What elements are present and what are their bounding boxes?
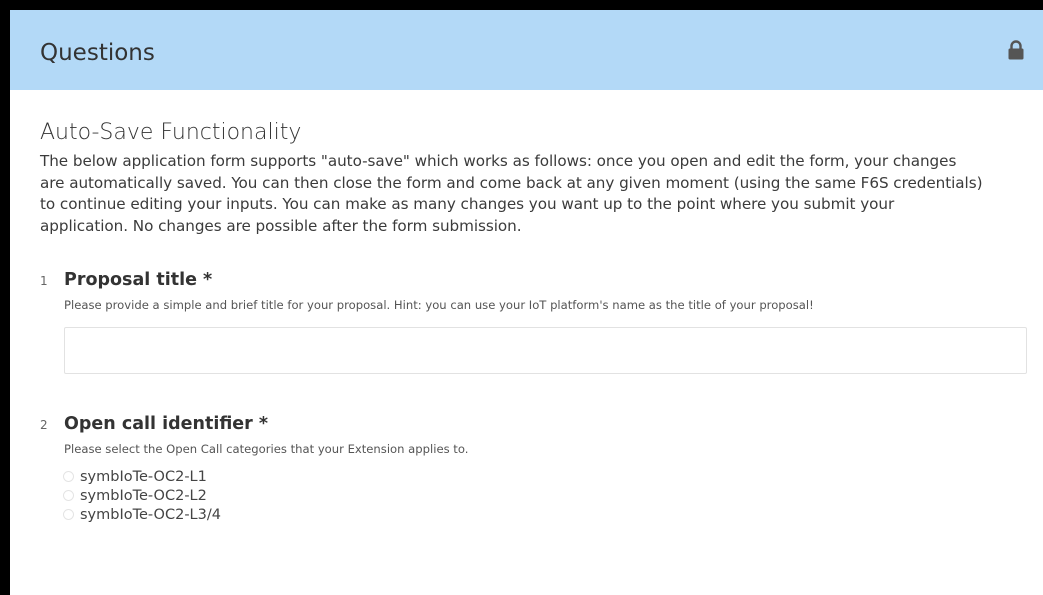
section-title: Questions [40,40,155,66]
question-number: 2 [40,418,48,432]
auto-save-line: The below application form supports "aut… [40,152,957,170]
option-label: symbIoTe-OC2-L2 [80,487,207,504]
question-hint: Please select the Open Call categories t… [64,442,469,456]
question-title: Open call identifier * [64,414,269,434]
radio-button[interactable] [63,509,74,520]
option-oc2-l1[interactable]: symbIoTe-OC2-L1 [63,467,1015,486]
auto-save-notice: Auto-Save Functionality The below applic… [40,120,1015,237]
question-open-call-identifier: 2 Open call identifier * Please select t… [40,412,1015,524]
question-hint: Please provide a simple and brief title … [64,298,814,312]
form-content: Auto-Save Functionality The below applic… [10,90,1043,524]
auto-save-line: are automatically saved. You can then cl… [40,173,983,192]
window-frame: Questions Auto-Save Functionality The be… [0,0,1043,595]
option-label: symbIoTe-OC2-L3/4 [80,506,221,523]
section-header: Questions [10,10,1043,90]
auto-save-line: to continue editing your inputs. You can… [40,195,895,213]
auto-save-title: Auto-Save Functionality [40,120,302,145]
auto-save-line: application. No changes are possible aft… [40,216,522,235]
option-oc2-l3-4[interactable]: symbIoTe-OC2-L3/4 [63,505,1015,524]
proposal-title-input[interactable] [64,327,1027,374]
open-call-options: symbIoTe-OC2-L1 symbIoTe-OC2-L2 symbIoTe… [63,467,1015,524]
option-label: symbIoTe-OC2-L1 [80,468,207,485]
question-title: Proposal title * [64,270,213,290]
auto-save-description: The below application form supports "aut… [40,151,1015,237]
radio-button[interactable] [63,490,74,501]
lock-icon [1008,40,1024,60]
option-oc2-l2[interactable]: symbIoTe-OC2-L2 [63,486,1015,505]
radio-button[interactable] [63,471,74,482]
question-number: 1 [40,274,48,288]
question-proposal-title: 1 Proposal title * Please provide a simp… [40,268,1027,374]
